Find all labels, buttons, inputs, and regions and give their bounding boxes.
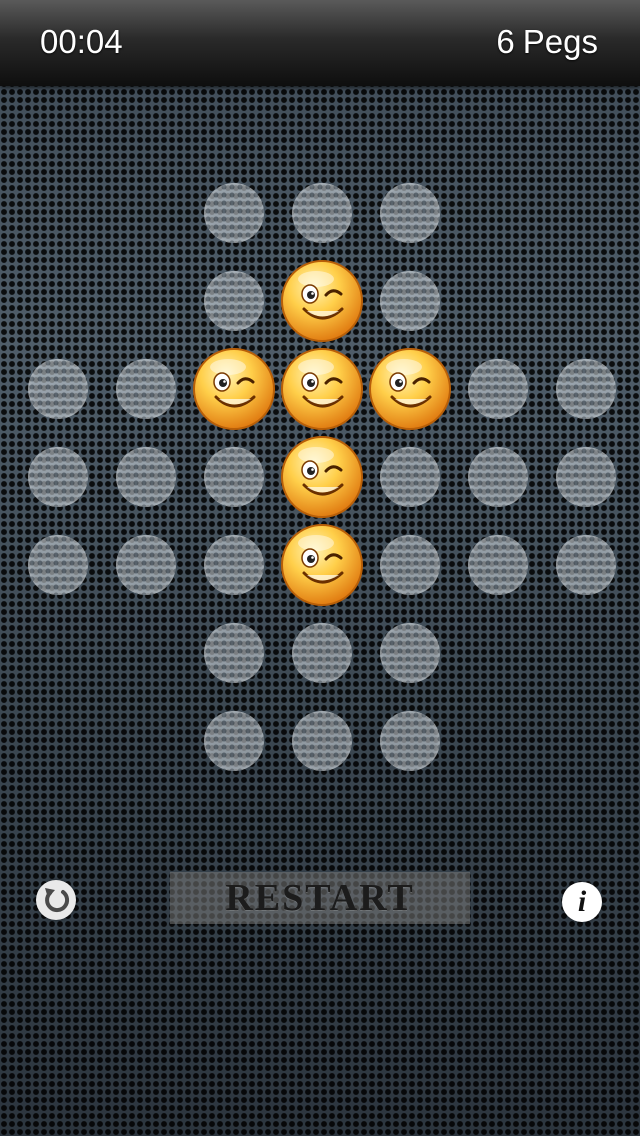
empty-hole[interactable]: [380, 447, 440, 507]
peg[interactable]: [368, 347, 452, 431]
undo-button[interactable]: [36, 880, 76, 920]
empty-hole[interactable]: [468, 447, 528, 507]
empty-hole[interactable]: [292, 183, 352, 243]
empty-hole[interactable]: [116, 447, 176, 507]
info-button[interactable]: i: [562, 882, 602, 922]
winking-smiley-icon: [281, 260, 363, 342]
empty-hole[interactable]: [28, 359, 88, 419]
restart-button[interactable]: RESTART: [170, 872, 470, 924]
undo-icon: [45, 888, 70, 913]
empty-hole[interactable]: [292, 623, 352, 683]
peg[interactable]: [280, 523, 364, 607]
empty-hole[interactable]: [556, 359, 616, 419]
winking-smiley-icon: [281, 348, 363, 430]
empty-hole[interactable]: [380, 535, 440, 595]
empty-hole[interactable]: [204, 447, 264, 507]
game-board: [0, 0, 640, 860]
empty-hole[interactable]: [556, 535, 616, 595]
empty-hole[interactable]: [204, 183, 264, 243]
controls-bar: RESTART i: [0, 860, 640, 940]
empty-hole[interactable]: [204, 711, 264, 771]
winking-smiley-icon: [281, 524, 363, 606]
empty-hole[interactable]: [116, 535, 176, 595]
empty-hole[interactable]: [380, 183, 440, 243]
peg[interactable]: [280, 435, 364, 519]
winking-smiley-icon: [369, 348, 451, 430]
peg[interactable]: [280, 259, 364, 343]
info-icon: i: [577, 885, 587, 918]
empty-hole[interactable]: [556, 447, 616, 507]
empty-hole[interactable]: [28, 447, 88, 507]
empty-hole[interactable]: [204, 623, 264, 683]
empty-hole[interactable]: [28, 535, 88, 595]
empty-hole[interactable]: [116, 359, 176, 419]
empty-hole[interactable]: [380, 623, 440, 683]
winking-smiley-icon: [281, 436, 363, 518]
winking-smiley-icon: [193, 348, 275, 430]
empty-hole[interactable]: [380, 271, 440, 331]
empty-hole[interactable]: [468, 535, 528, 595]
peg[interactable]: [280, 347, 364, 431]
empty-hole[interactable]: [468, 359, 528, 419]
empty-hole[interactable]: [204, 271, 264, 331]
empty-hole[interactable]: [204, 535, 264, 595]
empty-hole[interactable]: [380, 711, 440, 771]
empty-hole[interactable]: [292, 711, 352, 771]
peg[interactable]: [192, 347, 276, 431]
